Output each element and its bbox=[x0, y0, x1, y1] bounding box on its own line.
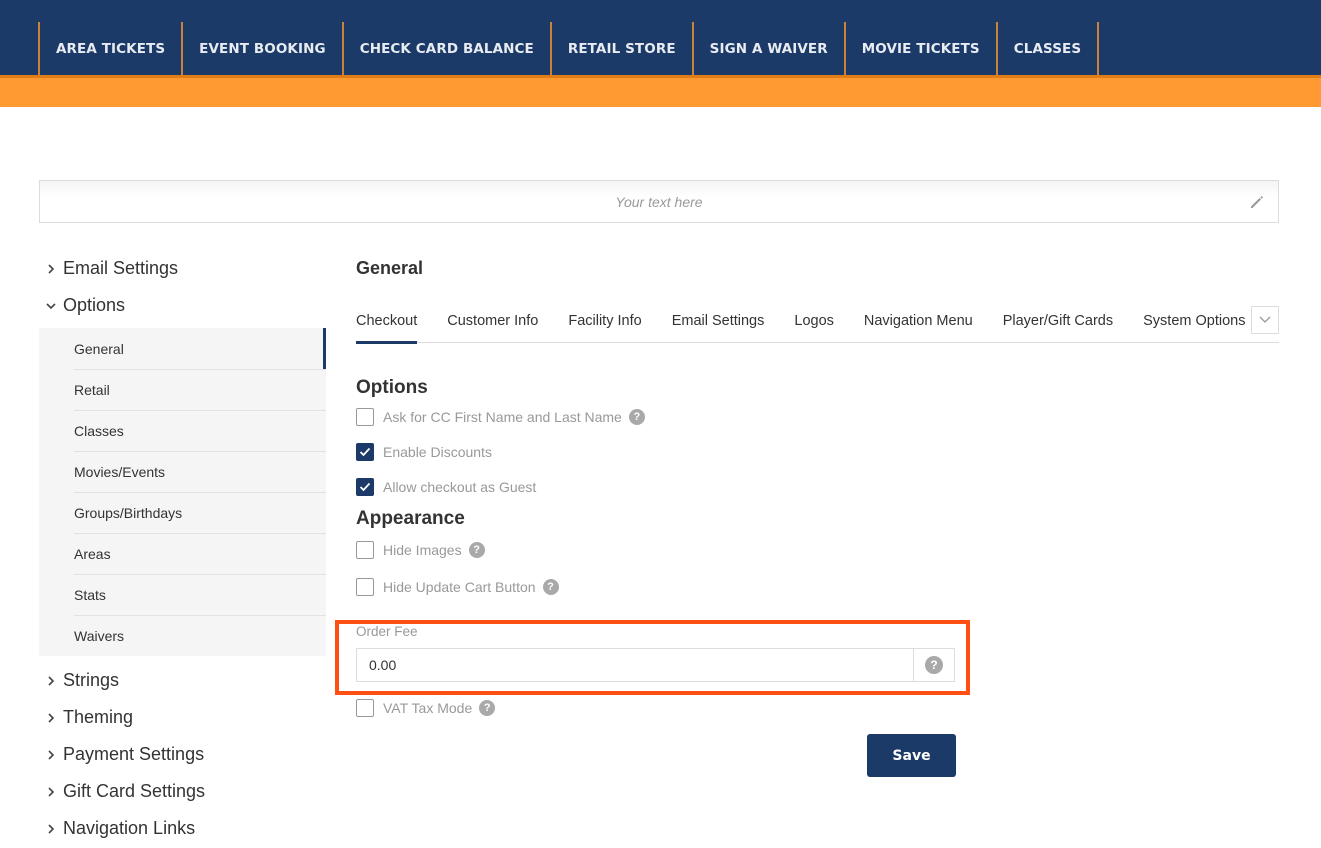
help-icon[interactable]: ? bbox=[925, 656, 943, 674]
checkbox-label: VAT Tax Mode bbox=[383, 699, 473, 716]
sidebar-group-options[interactable]: Options bbox=[39, 287, 326, 324]
option-hide-update-cart[interactable]: Hide Update Cart Button ? bbox=[356, 569, 1279, 604]
sidebar-item-waivers[interactable]: Waivers bbox=[39, 615, 326, 656]
page-title: General bbox=[356, 257, 424, 278]
more-tabs-button[interactable] bbox=[1251, 306, 1279, 334]
help-icon[interactable]: ? bbox=[479, 699, 496, 716]
tab-checkout[interactable]: Checkout bbox=[356, 298, 447, 344]
checkbox[interactable] bbox=[356, 698, 374, 717]
settings-tabs: Checkout Customer Info Facility Info Ema… bbox=[356, 298, 1279, 344]
chevron-right-icon bbox=[39, 823, 63, 835]
checkbox[interactable] bbox=[356, 407, 374, 426]
top-navigation-bar: AREA TICKETS EVENT BOOKING CHECK CARD BA… bbox=[0, 0, 1321, 75]
option-enable-discounts[interactable]: Enable Discounts bbox=[356, 434, 1279, 469]
help-icon[interactable]: ? bbox=[468, 541, 485, 558]
nav-classes[interactable]: CLASSES bbox=[995, 22, 1100, 75]
option-hide-images[interactable]: Hide Images ? bbox=[356, 532, 1279, 567]
order-fee-input[interactable] bbox=[357, 649, 913, 681]
orange-accent-bar bbox=[0, 75, 1321, 107]
tab-navigation-menu[interactable]: Navigation Menu bbox=[864, 298, 1003, 343]
chevron-right-icon bbox=[39, 263, 63, 275]
sidebar-group-navigation-links[interactable]: Navigation Links bbox=[39, 810, 326, 847]
tab-player-gift-cards[interactable]: Player/Gift Cards bbox=[1003, 298, 1143, 343]
top-nav-menu: AREA TICKETS EVENT BOOKING CHECK CARD BA… bbox=[38, 22, 1100, 75]
settings-sidebar: Email Settings Options General Retail Cl… bbox=[39, 250, 326, 847]
sidebar-item-groups-birthdays[interactable]: Groups/Birthdays bbox=[39, 492, 326, 533]
tab-facility-info[interactable]: Facility Info bbox=[568, 298, 671, 343]
sidebar-item-areas[interactable]: Areas bbox=[39, 533, 326, 574]
checkbox-label: Hide Images bbox=[383, 541, 462, 558]
nav-sign-a-waiver[interactable]: SIGN A WAIVER bbox=[691, 22, 844, 75]
sidebar-group-label: Theming bbox=[63, 707, 134, 727]
options-heading: Options bbox=[356, 377, 428, 398]
checkbox[interactable] bbox=[356, 540, 374, 559]
sidebar-group-label: Options bbox=[63, 295, 126, 315]
sidebar-group-strings[interactable]: Strings bbox=[39, 662, 326, 699]
nav-check-card-balance[interactable]: CHECK CARD BALANCE bbox=[341, 22, 550, 75]
nav-area-tickets[interactable]: AREA TICKETS bbox=[38, 22, 181, 75]
chevron-down-icon bbox=[1259, 311, 1271, 329]
chevron-right-icon bbox=[39, 786, 63, 798]
order-fee-help-addon[interactable]: ? bbox=[913, 649, 954, 681]
sidebar-group-payment-settings[interactable]: Payment Settings bbox=[39, 736, 326, 773]
sidebar-group-gift-card-settings[interactable]: Gift Card Settings bbox=[39, 773, 326, 810]
chevron-right-icon bbox=[39, 675, 63, 687]
tab-logos[interactable]: Logos bbox=[794, 298, 864, 343]
checkbox-label: Enable Discounts bbox=[383, 443, 492, 460]
tab-customer-info[interactable]: Customer Info bbox=[447, 298, 568, 343]
checkbox[interactable] bbox=[356, 477, 374, 496]
sidebar-group-label: Strings bbox=[63, 670, 120, 690]
chevron-right-icon bbox=[39, 712, 63, 724]
checkmark-icon bbox=[359, 447, 371, 456]
help-icon[interactable]: ? bbox=[542, 578, 559, 595]
sidebar-item-movies-events[interactable]: Movies/Events bbox=[39, 451, 326, 492]
sidebar-item-stats[interactable]: Stats bbox=[39, 574, 326, 615]
appearance-heading: Appearance bbox=[356, 508, 465, 529]
nav-retail-store[interactable]: RETAIL STORE bbox=[549, 22, 692, 75]
options-submenu: General Retail Classes Movies/Events Gro… bbox=[39, 328, 326, 656]
option-allow-guest-checkout[interactable]: Allow checkout as Guest bbox=[356, 469, 1279, 504]
checkbox[interactable] bbox=[356, 577, 374, 596]
checkbox[interactable] bbox=[356, 442, 374, 461]
main-panel: General Checkout Customer Info Facility … bbox=[335, 250, 1279, 777]
sidebar-group-theming[interactable]: Theming bbox=[39, 699, 326, 736]
sidebar-item-classes[interactable]: Classes bbox=[39, 410, 326, 451]
checkmark-icon bbox=[359, 482, 371, 491]
sidebar-item-general[interactable]: General bbox=[39, 328, 326, 369]
tab-email-settings[interactable]: Email Settings bbox=[672, 298, 795, 343]
editable-text-banner[interactable]: Your text here bbox=[39, 180, 1279, 223]
sidebar-group-label: Gift Card Settings bbox=[63, 781, 206, 801]
save-button[interactable]: Save bbox=[867, 734, 956, 777]
option-vat-tax-mode[interactable]: VAT Tax Mode ? bbox=[356, 690, 496, 725]
order-fee-label: Order Fee bbox=[356, 624, 418, 639]
help-icon[interactable]: ? bbox=[628, 408, 645, 425]
checkbox-label: Ask for CC First Name and Last Name bbox=[383, 408, 622, 425]
sidebar-item-retail[interactable]: Retail bbox=[39, 369, 326, 410]
sidebar-group-email-settings[interactable]: Email Settings bbox=[39, 250, 326, 287]
order-fee-field: ? bbox=[356, 648, 955, 682]
banner-placeholder-text: Your text here bbox=[615, 193, 703, 210]
nav-movie-tickets[interactable]: MOVIE TICKETS bbox=[843, 22, 996, 75]
sidebar-group-label: Payment Settings bbox=[63, 744, 205, 764]
chevron-right-icon bbox=[39, 749, 63, 761]
chevron-down-icon bbox=[39, 301, 63, 311]
checkbox-label: Allow checkout as Guest bbox=[383, 478, 537, 495]
option-ask-cc-name[interactable]: Ask for CC First Name and Last Name ? bbox=[356, 399, 1279, 434]
pencil-icon[interactable] bbox=[1248, 193, 1266, 211]
nav-event-booking[interactable]: EVENT BOOKING bbox=[181, 22, 342, 75]
checkbox-label: Hide Update Cart Button bbox=[383, 578, 536, 595]
sidebar-group-label: Navigation Links bbox=[63, 818, 196, 838]
sidebar-group-label: Email Settings bbox=[63, 258, 179, 278]
